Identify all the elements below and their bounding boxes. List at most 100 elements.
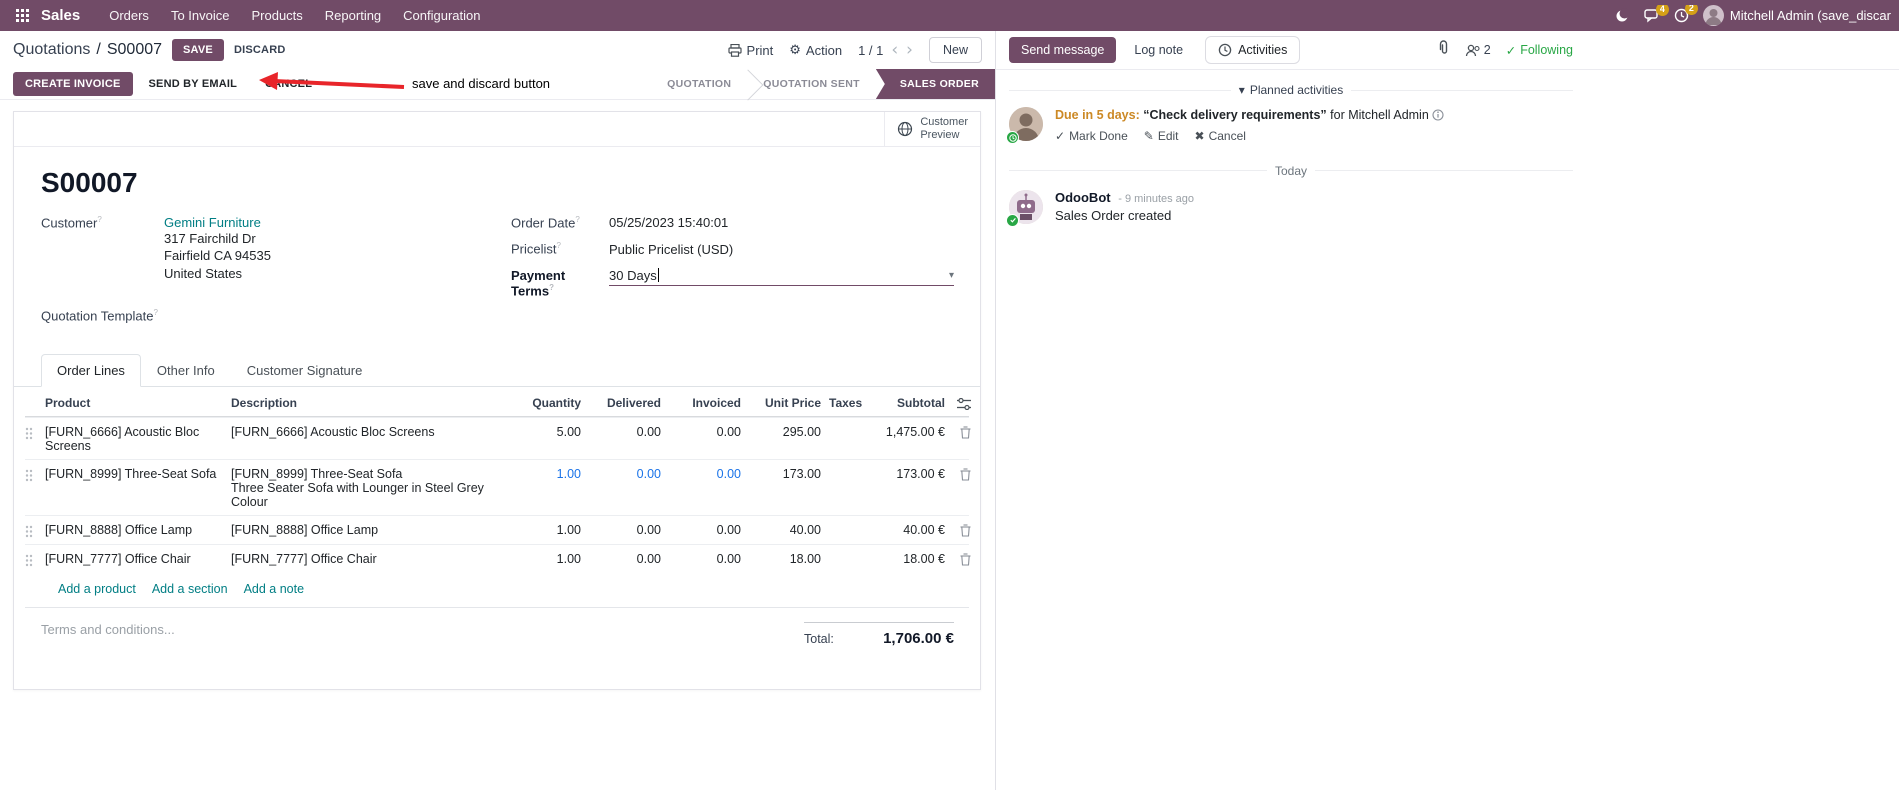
apps-grid-icon[interactable] [8,9,37,22]
mark-done-button[interactable]: ✓ Mark Done [1055,129,1128,143]
info-icon[interactable] [1432,109,1444,121]
cell-quantity[interactable]: 1.00 [513,552,581,566]
cell-quantity[interactable]: 1.00 [513,467,581,481]
activities-button[interactable]: Activities [1205,36,1301,64]
header-unit-price[interactable]: Unit Price [741,396,821,410]
discard-button[interactable]: DISCARD [224,39,296,61]
cell-unit-price[interactable]: 40.00 [741,523,821,537]
cell-delivered[interactable]: 0.00 [581,425,661,439]
tab-customer-signature[interactable]: Customer Signature [231,354,379,387]
quotation-template-label: Quotation Template? [41,307,158,324]
pager-prev-icon[interactable]: ‹ [891,41,898,59]
message-author[interactable]: OdooBot [1055,190,1111,205]
drag-handle-icon[interactable] [25,552,45,567]
new-button[interactable]: New [928,37,982,63]
header-delivered[interactable]: Delivered [581,396,661,410]
drag-handle-icon[interactable] [25,467,45,482]
create-invoice-button[interactable]: CREATE INVOICE [13,72,133,96]
app-name[interactable]: Sales [41,7,80,24]
menu-to-invoice[interactable]: To Invoice [160,2,241,29]
cell-description[interactable]: [FURN_6666] Acoustic Bloc Screens [231,425,513,439]
breadcrumb-current: S00007 [106,41,163,58]
cancel-activity-button[interactable]: ✖ Cancel [1195,129,1246,143]
header-quantity[interactable]: Quantity [513,396,581,410]
followers-button[interactable]: 2 [1465,43,1491,57]
following-button[interactable]: ✓ Following [1506,43,1573,58]
printer-icon [727,43,742,57]
add-product-link[interactable]: Add a product [58,582,136,596]
drag-handle-icon[interactable] [25,523,45,538]
cell-product[interactable]: [FURN_8999] Three-Seat Sofa [45,467,231,481]
print-button[interactable]: Print [727,43,773,58]
terms-placeholder[interactable]: Terms and conditions... [41,622,175,637]
menu-orders[interactable]: Orders [98,2,160,29]
drag-handle-icon[interactable] [25,425,45,440]
cell-delivered[interactable]: 0.00 [581,467,661,481]
order-date-value[interactable]: 05/25/2023 15:40:01 [609,215,728,230]
cell-product[interactable]: [FURN_6666] Acoustic Bloc Screens [45,425,231,453]
header-product[interactable]: Product [45,396,231,410]
optional-columns-icon[interactable] [945,397,971,410]
menu-products[interactable]: Products [240,2,313,29]
breadcrumb-quotations-link[interactable]: Quotations [13,41,90,59]
messages-icon[interactable]: 4 [1644,5,1669,23]
cell-unit-price[interactable]: 18.00 [741,552,821,566]
add-section-link[interactable]: Add a section [152,582,228,596]
stage-pipeline: QUOTATION QUOTATION SENT SALES ORDER [651,69,995,99]
odoobot-status-badge [1006,213,1019,227]
table-footer-links: Add a product Add a section Add a note [25,573,969,609]
cell-unit-price[interactable]: 295.00 [741,425,821,439]
tab-other-info[interactable]: Other Info [141,354,231,387]
delete-row-icon[interactable] [945,467,971,481]
cell-invoiced[interactable]: 0.00 [661,552,741,566]
customer-preview-button[interactable]: Customer Preview [884,112,980,146]
cell-quantity[interactable]: 1.00 [513,523,581,537]
cell-product[interactable]: [FURN_7777] Office Chair [45,552,231,566]
cell-invoiced[interactable]: 0.00 [661,523,741,537]
cancel-order-button[interactable]: CANCEL [253,72,324,96]
attachments-icon[interactable] [1437,40,1450,60]
cell-delivered[interactable]: 0.00 [581,552,661,566]
cell-description[interactable]: [FURN_8999] Three-Seat Sofa Three Seater … [231,467,513,509]
log-note-button[interactable]: Log note [1124,37,1193,63]
add-note-link[interactable]: Add a note [244,582,304,596]
action-button[interactable]: ⚙ Action [789,43,842,58]
menu-reporting[interactable]: Reporting [314,2,392,29]
text-cursor [657,267,659,282]
header-taxes[interactable]: Taxes [821,396,875,410]
send-message-button[interactable]: Send message [1009,37,1117,63]
tab-order-lines[interactable]: Order Lines [41,354,141,388]
header-subtotal[interactable]: Subtotal [875,396,945,410]
quotation-template-field[interactable]: Quotation Template? [41,308,511,323]
stage-sales-order[interactable]: SALES ORDER [875,69,995,99]
cell-invoiced[interactable]: 0.00 [661,425,741,439]
edit-activity-button[interactable]: ✎ Edit [1144,129,1179,143]
menu-configuration[interactable]: Configuration [392,2,491,29]
delete-row-icon[interactable] [945,425,971,439]
stage-quotation-sent[interactable]: QUOTATION SENT [747,69,876,99]
cell-quantity[interactable]: 5.00 [513,425,581,439]
header-invoiced[interactable]: Invoiced [661,396,741,410]
pager-next-icon[interactable]: › [906,41,913,59]
cell-invoiced[interactable]: 0.00 [661,467,741,481]
header-description[interactable]: Description [231,396,513,410]
payment-terms-input[interactable]: 30 Days ▾ [609,267,954,286]
user-menu[interactable]: Mitchell Admin (save_discar [1702,5,1891,26]
cancel-icon: ✖ [1194,128,1205,143]
save-button[interactable]: SAVE [172,39,224,61]
cell-description[interactable]: [FURN_8888] Office Lamp [231,523,513,537]
dark-mode-moon-icon[interactable] [1615,8,1630,23]
pricelist-value[interactable]: Public Pricelist (USD) [609,242,733,257]
order-date-field: Order Date? 05/25/2023 15:40:01 [511,215,954,230]
activities-clock-icon[interactable]: 2 [1674,5,1698,23]
cell-product[interactable]: [FURN_8888] Office Lamp [45,523,231,537]
delete-row-icon[interactable] [945,523,971,537]
planned-activities-toggle[interactable]: ▾ Planned activities [1239,83,1343,97]
cell-unit-price[interactable]: 173.00 [741,467,821,481]
cell-delivered[interactable]: 0.00 [581,523,661,537]
dropdown-caret-icon[interactable]: ▾ [949,270,954,281]
cell-description[interactable]: [FURN_7777] Office Chair [231,552,513,566]
delete-row-icon[interactable] [945,552,971,566]
customer-link[interactable]: Gemini Furniture [164,215,261,230]
send-by-email-button[interactable]: SEND BY EMAIL [137,72,250,96]
